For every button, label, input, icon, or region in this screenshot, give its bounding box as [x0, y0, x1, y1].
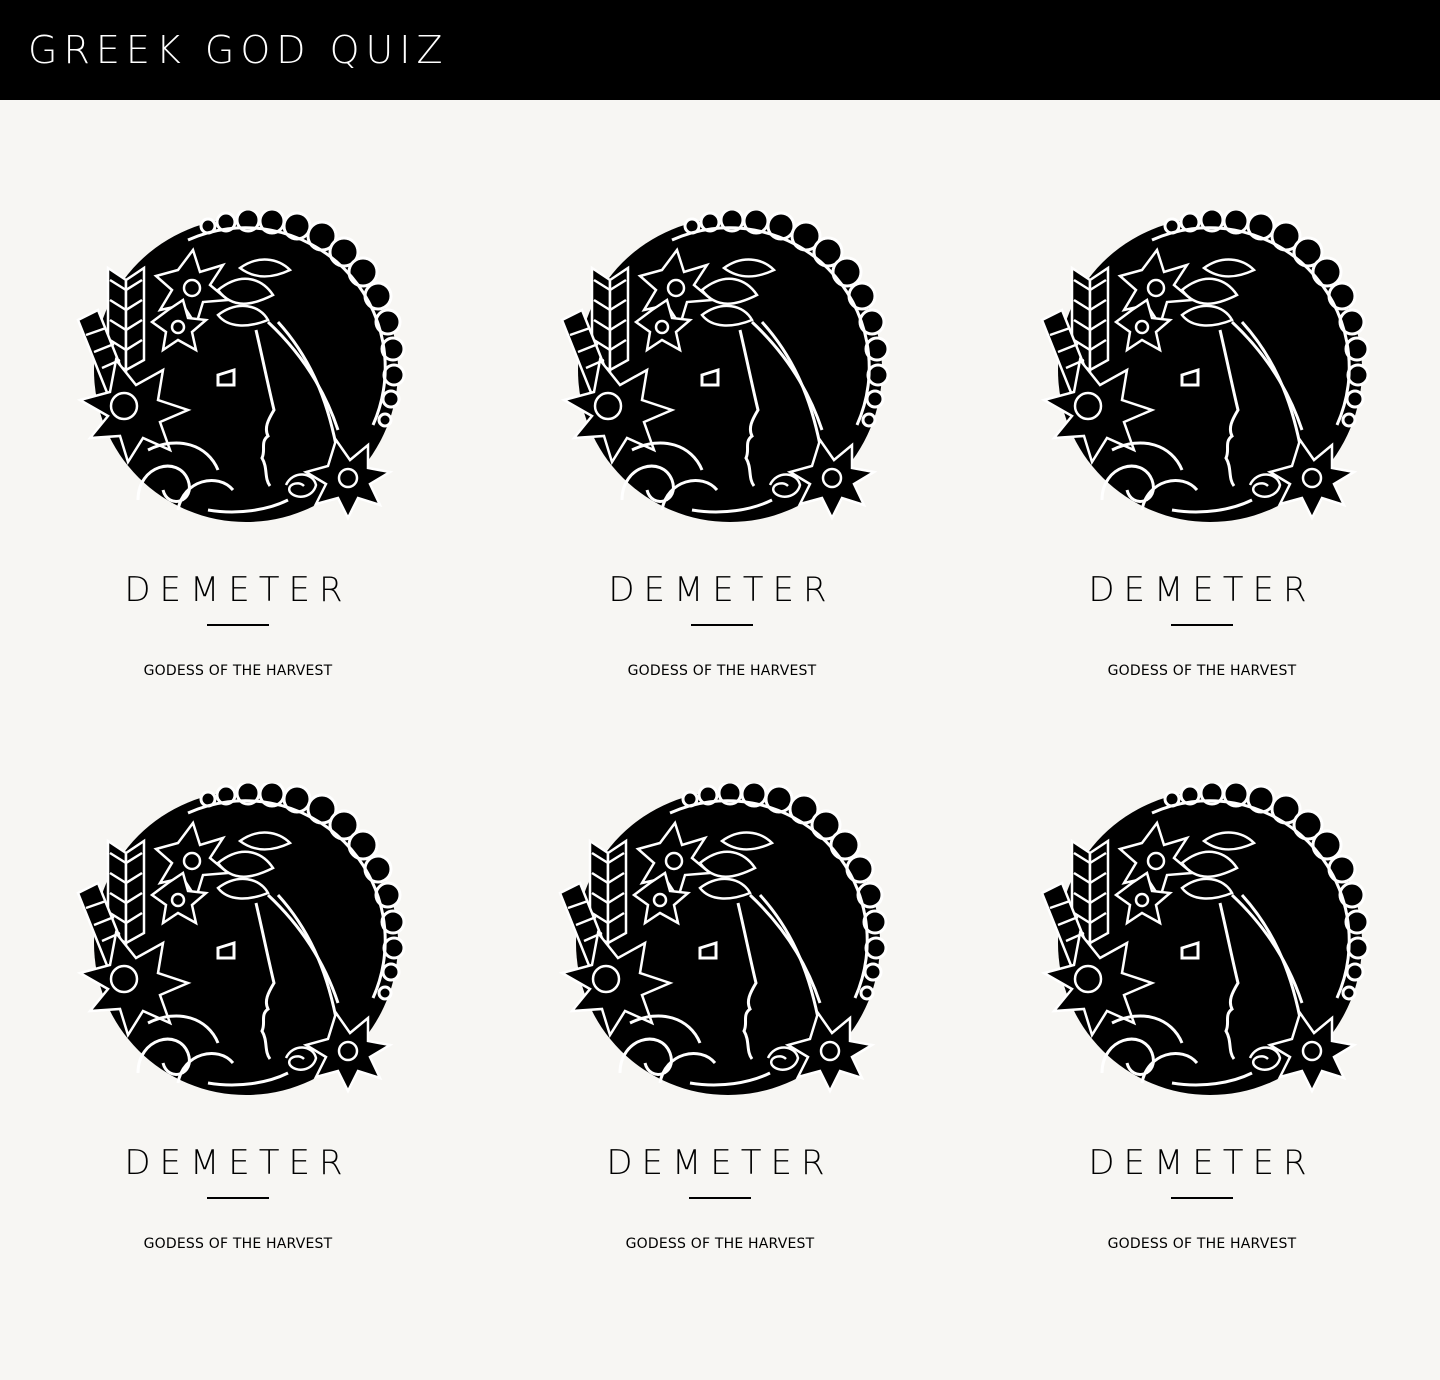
god-card[interactable]: DEMETER GODESS OF THE HARVEST	[512, 210, 932, 730]
name-divider	[1171, 1197, 1233, 1199]
demeter-emblem-icon	[68, 210, 408, 530]
god-title: GODESS OF THE HARVEST	[625, 1236, 815, 1252]
god-card[interactable]: DEMETER GODESS OF THE HARVEST	[992, 210, 1412, 730]
god-card[interactable]: DEMETER GODESS OF THE HARVEST	[28, 210, 448, 730]
name-divider	[207, 624, 269, 626]
god-title: GODESS OF THE HARVEST	[627, 663, 817, 679]
name-divider	[1171, 624, 1233, 626]
god-card[interactable]: DEMETER GODESS OF THE HARVEST	[510, 783, 930, 1303]
demeter-emblem-icon	[550, 783, 890, 1103]
god-name: DEMETER	[1088, 1143, 1316, 1183]
god-card[interactable]: DEMETER GODESS OF THE HARVEST	[992, 783, 1412, 1303]
demeter-emblem-icon	[68, 783, 408, 1103]
god-title: GODESS OF THE HARVEST	[1107, 663, 1297, 679]
demeter-emblem-icon	[1032, 783, 1372, 1103]
demeter-emblem-icon	[1032, 210, 1372, 530]
god-title: GODESS OF THE HARVEST	[143, 663, 333, 679]
god-name: DEMETER	[608, 570, 836, 610]
god-title: GODESS OF THE HARVEST	[143, 1236, 333, 1252]
god-name: DEMETER	[124, 1143, 352, 1183]
site-title[interactable]: GREEK GOD QUIZ	[28, 26, 449, 74]
demeter-emblem-icon	[552, 210, 892, 530]
god-title: GODESS OF THE HARVEST	[1107, 1236, 1297, 1252]
name-divider	[689, 1197, 751, 1199]
name-divider	[691, 624, 753, 626]
header-bar: GREEK GOD QUIZ	[0, 0, 1440, 100]
god-name: DEMETER	[606, 1143, 834, 1183]
god-name: DEMETER	[1088, 570, 1316, 610]
god-card[interactable]: DEMETER GODESS OF THE HARVEST	[28, 783, 448, 1303]
name-divider	[207, 1197, 269, 1199]
god-name: DEMETER	[124, 570, 352, 610]
